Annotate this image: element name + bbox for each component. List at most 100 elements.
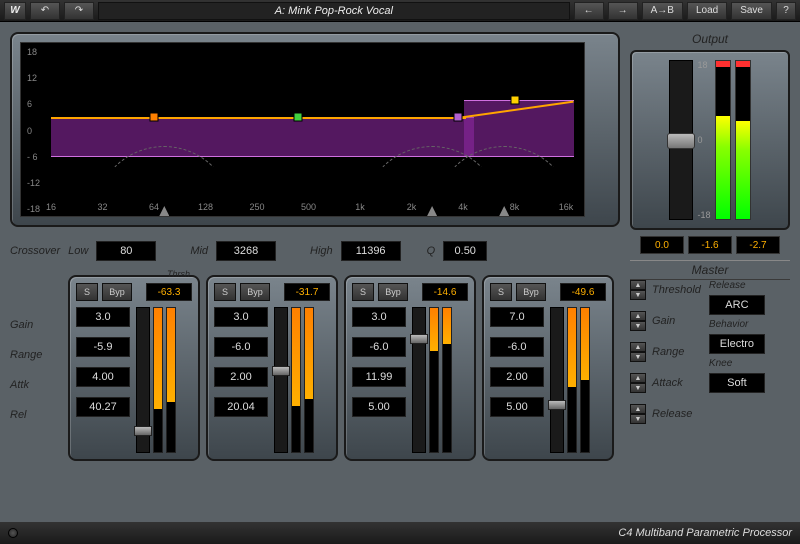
output-slider[interactable] [669,60,693,220]
output-readout-0[interactable]: 0.0 [640,236,684,254]
band-1-bypass-button[interactable]: Byp [102,283,132,301]
band-4-solo-button[interactable]: S [490,283,512,301]
band-2-bypass-button[interactable]: Byp [240,283,270,301]
output-meter-right [735,60,751,220]
master-range-up[interactable]: ▲ [630,342,646,352]
release-mode-value[interactable]: ARC [709,295,765,315]
band-3-threshold-value[interactable]: -14.6 [422,283,468,301]
low-label: Low [68,245,88,257]
master-attack-up[interactable]: ▲ [630,373,646,383]
crossover-label: Crossover [10,245,60,257]
next-preset-button[interactable]: → [608,2,638,20]
band-3-threshold-slider[interactable] [412,307,426,453]
output-scale: 180-18 [697,60,710,220]
band-2-gr-meter-a [291,307,301,453]
help-button[interactable]: ? [776,2,796,20]
graph-x-tick: 16 [46,202,56,212]
high-label: High [310,245,333,257]
param-labels-column: Gain Range Attk Rel [10,319,62,461]
attk-label: Attk [10,379,62,391]
graph-y-tick: 12 [27,73,37,83]
band-4-threshold-value[interactable]: -49.6 [560,283,606,301]
prev-preset-button[interactable]: ← [574,2,604,20]
band-1-gr-meter-a [153,307,163,453]
band-2-solo-button[interactable]: S [214,283,236,301]
band-4-range-value[interactable]: -6.0 [490,337,544,357]
rel-label: Rel [10,409,62,421]
behavior-value[interactable]: Electro [709,334,765,354]
output-slider-thumb[interactable] [667,133,695,149]
behavior-label: Behavior [709,319,765,330]
eq-graph[interactable]: 181260- 6-12-181632641282505001k2k4k8k16… [20,42,585,217]
band-2-attack-value[interactable]: 2.00 [214,367,268,387]
band-2-range-value[interactable]: -6.0 [214,337,268,357]
band-2-threshold-value[interactable]: -31.7 [284,283,330,301]
graph-y-tick: 6 [27,99,32,109]
output-readout-1[interactable]: -1.6 [688,236,732,254]
band-4-gr-meter-b [580,307,590,453]
band-1-threshold-value[interactable]: -63.3 [146,283,192,301]
graph-x-tick: 250 [249,202,264,212]
band-4-bypass-button[interactable]: Byp [516,283,546,301]
crossover-curve-3 [434,146,574,286]
master-gain-down[interactable]: ▼ [630,321,646,331]
band-3-range-value[interactable]: -6.0 [352,337,406,357]
band-4-slider-thumb[interactable] [548,400,566,410]
band-node-2[interactable] [294,113,303,122]
master-threshold-up[interactable]: ▲ [630,280,646,290]
band-3-slider-thumb[interactable] [410,334,428,344]
load-button[interactable]: Load [687,2,727,20]
band-node-1[interactable] [150,113,159,122]
undo-button[interactable]: ↶ [30,2,60,20]
master-threshold-label: Threshold [652,284,701,296]
band-1-solo-button[interactable]: S [76,283,98,301]
knee-value[interactable]: Soft [709,373,765,393]
output-scale-tick: 0 [697,135,710,145]
band-3-solo-button[interactable]: S [352,283,374,301]
band-node-4[interactable] [510,95,519,104]
band-3-attack-value[interactable]: 11.99 [352,367,406,387]
band-4-attack-value[interactable]: 2.00 [490,367,544,387]
ab-compare-button[interactable]: A→B [642,2,683,20]
graph-y-tick: 18 [27,47,37,57]
graph-y-tick: -18 [27,204,40,214]
save-button[interactable]: Save [731,2,772,20]
preset-name[interactable]: A: Mink Pop-Rock Vocal [98,2,570,20]
master-release-down[interactable]: ▼ [630,414,646,424]
band-2-threshold-slider[interactable] [274,307,288,453]
master-threshold-down[interactable]: ▼ [630,290,646,300]
graph-y-tick: 0 [27,126,32,136]
band-1-threshold-slider[interactable] [136,307,150,453]
band-1-attack-value[interactable]: 4.00 [76,367,130,387]
band-4-gain-value[interactable]: 7.0 [490,307,544,327]
master-attack-label: Attack [652,377,701,389]
band-1-range-value[interactable]: -5.9 [76,337,130,357]
band-2-slider-thumb[interactable] [272,366,290,376]
band-1-gain-value[interactable]: 3.0 [76,307,130,327]
master-range-label: Range [652,346,701,358]
output-readouts: 0.0-1.6-2.7 [630,236,790,254]
band-3-release-value[interactable]: 5.00 [352,397,406,417]
master-range-down[interactable]: ▼ [630,352,646,362]
output-readout-2[interactable]: -2.7 [736,236,780,254]
band-4-threshold-slider[interactable] [550,307,564,453]
master-gain-up[interactable]: ▲ [630,311,646,321]
band-node-3[interactable] [453,113,462,122]
band-2-release-value[interactable]: 20.04 [214,397,268,417]
band-4-release-value[interactable]: 5.00 [490,397,544,417]
band-3-bypass-button[interactable]: Byp [378,283,408,301]
band-2-gain-value[interactable]: 3.0 [214,307,268,327]
band-1-slider-thumb[interactable] [134,426,152,436]
master-attack-down[interactable]: ▼ [630,383,646,393]
master-label: Master [630,260,790,280]
graph-y-tick: -12 [27,178,40,188]
band-1-release-value[interactable]: 40.27 [76,397,130,417]
graph-y-tick: - 6 [27,152,38,162]
waves-logo[interactable]: W [4,2,26,20]
status-light [8,528,18,538]
redo-button[interactable]: ↷ [64,2,94,20]
master-release-up[interactable]: ▲ [630,404,646,414]
band-3-gain-value[interactable]: 3.0 [352,307,406,327]
output-scale-tick: 18 [697,60,710,70]
toolbar: W ↶ ↷ A: Mink Pop-Rock Vocal ← → A→B Loa… [0,0,800,22]
